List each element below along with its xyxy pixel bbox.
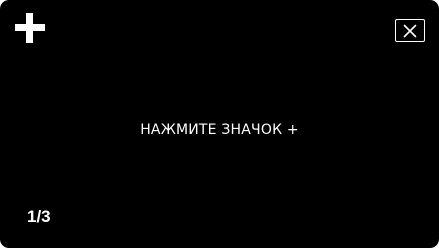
instruction-text: НАЖМИТЕ ЗНАЧОК + bbox=[140, 122, 299, 138]
plus-icon-vertical-bar bbox=[26, 13, 33, 43]
close-icon bbox=[403, 24, 417, 37]
add-button[interactable] bbox=[12, 10, 48, 46]
close-button[interactable] bbox=[395, 19, 425, 42]
help-screen: НАЖМИТЕ ЗНАЧОК + 1/3 bbox=[0, 0, 439, 248]
page-indicator: 1/3 bbox=[27, 207, 51, 226]
